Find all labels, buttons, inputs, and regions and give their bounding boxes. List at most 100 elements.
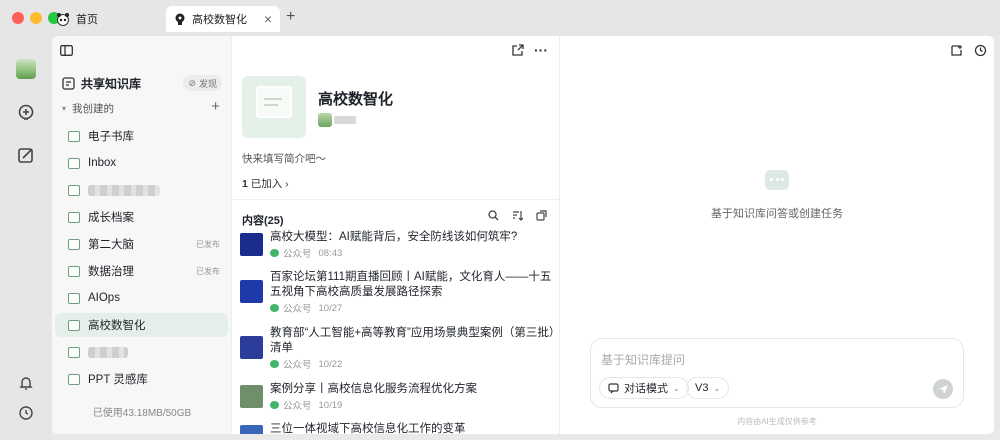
sync-icon[interactable]	[536, 210, 547, 224]
message-icon	[608, 382, 619, 393]
sidebar-item-university-digital[interactable]: 高校数智化	[55, 313, 228, 337]
article-thumbnail	[240, 233, 263, 256]
search-icon[interactable]	[488, 210, 499, 224]
document-icon	[256, 86, 292, 118]
list-item[interactable]: 三位一体视域下高校信息化工作的变革	[240, 422, 556, 434]
sidebar-item-aiops[interactable]: AIOps	[55, 286, 228, 310]
title-bar: 首页 高校数智化 × +	[0, 0, 1000, 36]
edit-icon[interactable]	[15, 144, 37, 166]
sidebar-item-second-brain[interactable]: 第二大脑 已发布	[55, 232, 228, 256]
kb-icon	[68, 319, 80, 331]
article-meta: 公众号 10/27	[270, 301, 342, 315]
wechat-icon	[270, 304, 279, 312]
sort-icon[interactable]	[512, 210, 524, 224]
share-icon[interactable]	[511, 44, 524, 60]
tab-home[interactable]: 首页	[56, 6, 98, 32]
list-item[interactable]: 案例分享丨高校信息化服务流程优化方案 公众号 10/19	[240, 382, 556, 412]
app-rail	[0, 36, 52, 440]
chat-input-box[interactable]: 基于知识库提问 对话模式 ⌄ V3 ⌄	[590, 338, 964, 408]
discover-button[interactable]: ⊘ 发现	[183, 75, 222, 91]
published-badge: 已发布	[196, 239, 220, 249]
article-title: 百家论坛第111期直播回顾丨AI赋能，文化育人——十五五视角下高校高质量发展路径…	[270, 271, 552, 298]
add-kb-icon[interactable]: +	[211, 98, 220, 115]
article-meta: 公众号 10/19	[270, 398, 342, 412]
chat-input[interactable]: 基于知识库提问	[601, 351, 685, 368]
bell-icon[interactable]	[15, 372, 37, 394]
article-date: 10/27	[318, 302, 343, 314]
sidebar-item-label: 第二大脑	[88, 239, 134, 251]
chat-mode-label: 对话模式	[624, 383, 668, 395]
article-thumbnail	[240, 385, 263, 408]
sidebar-item-label: Inbox	[88, 157, 117, 169]
bulb-icon	[175, 13, 185, 25]
kb-icon	[68, 373, 80, 385]
sidebar-item-redacted[interactable]	[55, 178, 228, 202]
article-date: 10/22	[318, 358, 343, 370]
article-title: 教育部“人工智能+高等教育”应用场景典型案例（第三批）清单	[270, 327, 555, 354]
add-knowledge-icon[interactable]	[15, 102, 37, 124]
sidebar-item-data-governance[interactable]: 数据治理 已发布	[55, 259, 228, 283]
owner-avatar	[318, 113, 332, 127]
list-item[interactable]: 教育部“人工智能+高等教育”应用场景典型案例（第三批）清单 公众号 10/22	[240, 326, 556, 371]
more-icon[interactable]: ···	[534, 42, 548, 58]
storage-usage: 已使用43.18MB/50GB	[92, 408, 192, 419]
article-thumbnail	[240, 425, 263, 434]
joined-count: 1	[242, 178, 248, 190]
clock-icon[interactable]	[15, 402, 37, 424]
shared-knowledge-base[interactable]: 共享知识库 ⊘ 发现	[62, 72, 226, 94]
send-icon	[938, 384, 948, 394]
model-version-label: V3	[695, 382, 709, 394]
my-created-label: 我创建的	[72, 102, 115, 115]
avatar[interactable]	[15, 58, 37, 80]
discover-label: 发现	[198, 78, 217, 89]
new-chat-icon[interactable]	[950, 44, 963, 60]
kb-icon	[68, 211, 80, 223]
empty-state-text: 基于知识库问答或创建任务	[711, 208, 843, 220]
published-badge: 已发布	[196, 266, 220, 276]
close-window-button[interactable]	[12, 12, 24, 24]
minimize-window-button[interactable]	[30, 12, 42, 24]
sidebar-item-ppt-ideas[interactable]: PPT 灵感库	[55, 367, 228, 391]
redacted-label	[88, 346, 128, 358]
history-icon[interactable]	[974, 44, 987, 60]
redacted-label	[88, 184, 160, 196]
shared-kb-label: 共享知识库	[81, 76, 142, 91]
ai-chat-panel: 基于知识库问答或创建任务 基于知识库提问 对话模式 ⌄ V3 ⌄ 内容由AI生成…	[560, 36, 994, 434]
article-source: 公众号	[283, 304, 312, 315]
compass-icon: ⊘	[188, 77, 196, 88]
chevron-down-icon: ▾	[62, 103, 67, 113]
sidebar-toggle-icon[interactable]	[60, 45, 73, 59]
kb-icon	[68, 130, 80, 142]
article-meta: 公众号 08:43	[270, 246, 342, 260]
sidebar-item-redacted[interactable]	[55, 340, 228, 364]
tab-kb[interactable]: 高校数智化 ×	[166, 6, 280, 32]
article-title: 案例分享丨高校信息化服务流程优化方案	[270, 383, 477, 395]
close-tab-icon[interactable]: ×	[264, 11, 272, 27]
list-item[interactable]: 百家论坛第111期直播回顾丨AI赋能，文化育人——十五五视角下高校高质量发展路径…	[240, 270, 556, 315]
kb-icon	[68, 292, 80, 304]
kb-description[interactable]: 快来填写简介吧～	[242, 151, 326, 166]
shared-kb-icon	[62, 76, 75, 90]
article-thumbnail	[240, 280, 263, 303]
model-version-dropdown[interactable]: V3 ⌄	[686, 377, 730, 399]
article-title: 高校大模型：AI赋能背后，安全防线该如何筑牢?	[270, 231, 518, 243]
wechat-icon	[270, 360, 279, 368]
joined-members[interactable]: 1 已加入 ›	[242, 176, 289, 191]
sidebar-item-growth[interactable]: 成长档案	[55, 205, 228, 229]
chat-mode-dropdown[interactable]: 对话模式 ⌄	[599, 377, 689, 399]
send-button[interactable]	[933, 379, 953, 399]
sidebar-item-ebooks[interactable]: 电子书库	[55, 124, 228, 148]
list-item[interactable]: 高校大模型：AI赋能背后，安全防线该如何筑牢? 公众号 08:43	[240, 230, 556, 260]
joined-label: 已加入 ›	[250, 178, 289, 190]
wechat-icon	[270, 249, 279, 257]
new-tab-icon[interactable]: +	[286, 8, 295, 26]
article-thumbnail	[240, 336, 263, 359]
sidebar-item-inbox[interactable]: Inbox	[55, 151, 228, 175]
chevron-down-icon: ⌄	[713, 383, 721, 393]
main-window: 共享知识库 ⊘ 发现 ▾ 我创建的 + 电子书库 Inbox 成长档案 第二大脑…	[52, 36, 994, 434]
tab-label: 高校数智化	[192, 14, 247, 26]
article-source: 公众号	[283, 360, 312, 371]
my-created-section[interactable]: ▾ 我创建的 +	[62, 98, 226, 118]
kb-title: 高校数智化	[318, 91, 394, 108]
article-source: 公众号	[283, 401, 312, 412]
